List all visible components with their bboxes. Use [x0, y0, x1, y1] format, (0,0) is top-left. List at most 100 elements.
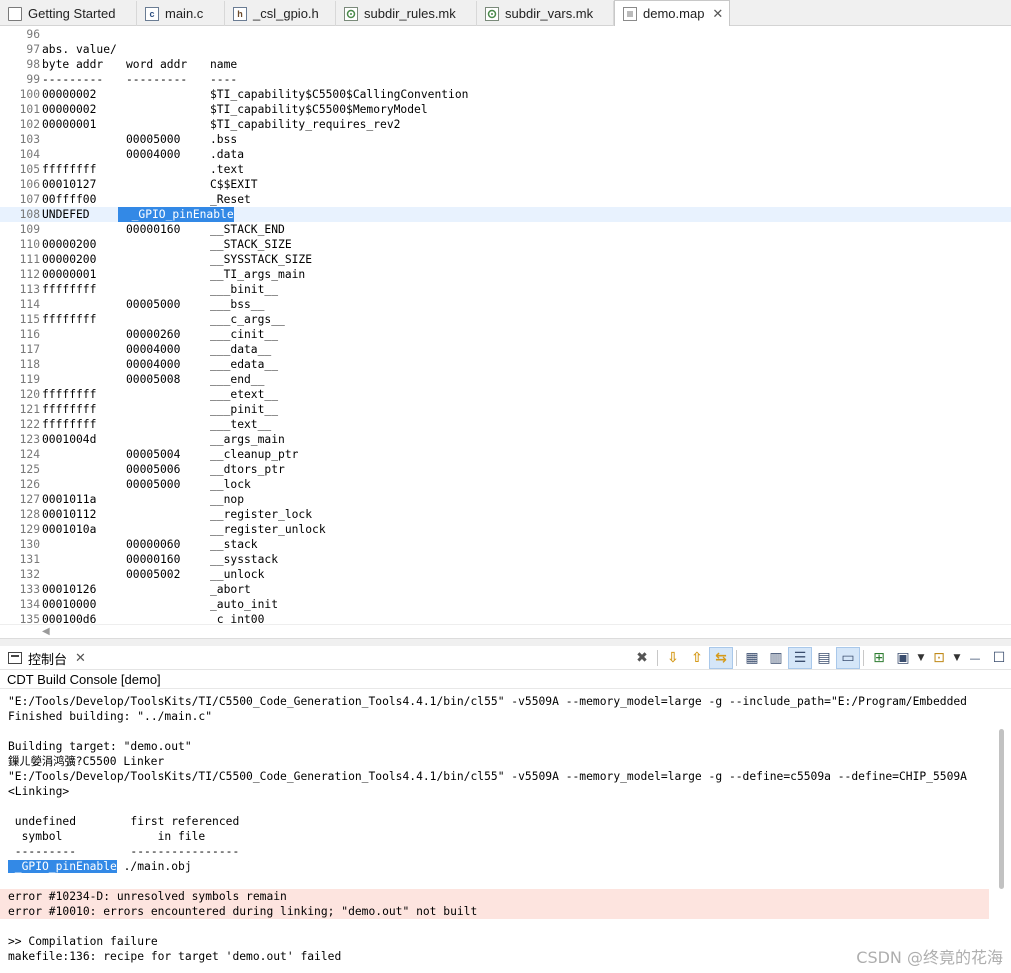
editor-line[interactable]: 101 00000002 $TI_capability$C5500$MemoryMo…	[0, 102, 1011, 117]
symbol-name: ___data__	[210, 343, 272, 356]
editor-line[interactable]: 110 00000200 __STACK_SIZE	[0, 237, 1011, 252]
editor-line[interactable]: 123 0001004d __args_main	[0, 432, 1011, 447]
symbol-name: ___etext__	[210, 388, 279, 401]
chevron-down-icon[interactable]: ▼	[951, 647, 963, 669]
scroll-left-icon[interactable]: ◀	[42, 625, 50, 639]
word-address: 00005000	[126, 478, 181, 491]
editor-line[interactable]: 118 00004000 ___edata__	[0, 357, 1011, 372]
tab-main-c[interactable]: c main.c	[137, 1, 225, 26]
tab-csl-gpio-h[interactable]: h _csl_gpio.h	[225, 1, 336, 26]
console-vertical-scrollbar[interactable]	[996, 689, 1011, 973]
line-number: 102	[19, 118, 40, 131]
editor-line[interactable]: 112 00000001 __TI_args_main	[0, 267, 1011, 282]
editor-line[interactable]: 119 00005008 ___end__	[0, 372, 1011, 387]
editor-line[interactable]: 104 00004000 .data	[0, 147, 1011, 162]
editor-line[interactable]: 130 00000060 __stack	[0, 537, 1011, 552]
editor-line[interactable]: 126 00005000 __lock	[0, 477, 1011, 492]
line-number: 99	[26, 73, 40, 86]
line-number: 117	[19, 343, 40, 356]
editor-line[interactable]: 114 00005000 ___bss__	[0, 297, 1011, 312]
byte-address: 0001004d	[42, 433, 97, 446]
previous-error-icon[interactable]: ⇧	[685, 647, 709, 669]
editor-line[interactable]: 99 --------- --------- ----	[0, 72, 1011, 87]
byte-address: 0001010a	[42, 523, 97, 536]
editor-line[interactable]: 108 UNDEFED _GPIO_pinEnable	[0, 207, 1011, 222]
editor-horizontal-scrollbar[interactable]: ◀	[0, 624, 1011, 638]
tab-getting-started[interactable]: Getting Started	[0, 1, 137, 26]
tab-label: subdir_rules.mk	[364, 6, 456, 21]
map-file-editor[interactable]: 96 97 abs. value/98 byte addr word addr name 9…	[0, 26, 1011, 624]
symbol-name: _abort	[210, 583, 251, 596]
scrollbar-thumb[interactable]	[999, 729, 1004, 889]
remove-all-terminated-icon[interactable]: ✖	[630, 647, 654, 669]
editor-line[interactable]: 115 ffffffff ___c_args__	[0, 312, 1011, 327]
editor-line[interactable]: 117 00004000 ___data__	[0, 342, 1011, 357]
editor-line[interactable]: 135 000100d6 _c_int00	[0, 612, 1011, 624]
word-wrap-icon[interactable]: ☰	[788, 647, 812, 669]
page-icon	[8, 6, 22, 21]
chevron-down-icon[interactable]: ▼	[915, 647, 927, 669]
build-console-output[interactable]: "E:/Tools/Develop/ToolsKits/TI/C5500_Cod…	[0, 689, 995, 973]
maximize-icon[interactable]: ☐	[987, 647, 1011, 669]
close-tab-icon[interactable]: ✕	[712, 6, 723, 22]
editor-line[interactable]: 97 abs. value/	[0, 42, 1011, 57]
editor-line[interactable]: 125 00005006 __dtors_ptr	[0, 462, 1011, 477]
console-text: Finished building: "../main.c"	[8, 710, 213, 723]
editor-line[interactable]: 103 00005000 .bss	[0, 132, 1011, 147]
word-address: 00004000	[126, 358, 181, 371]
editor-line[interactable]: 113 ffffffff ___binit__	[0, 282, 1011, 297]
editor-line[interactable]: 120 ffffffff ___etext__	[0, 387, 1011, 402]
symbol-name: C$$EXIT	[210, 178, 258, 191]
line-number: 112	[19, 268, 40, 281]
editor-line[interactable]: 107 00ffff00 _Reset	[0, 192, 1011, 207]
console-view-title: 控制台	[28, 651, 68, 667]
symbol-name: _Reset	[210, 193, 251, 206]
next-error-icon[interactable]: ⇩	[661, 647, 685, 669]
tab-subdir-rules-mk[interactable]: subdir_rules.mk	[336, 1, 477, 26]
show-error-icon[interactable]: ⇆	[709, 647, 733, 669]
editor-line[interactable]: 127 0001011a __nop	[0, 492, 1011, 507]
line-number: 129	[19, 523, 40, 536]
editor-line[interactable]: 106 00010127 C$$EXIT	[0, 177, 1011, 192]
line-number: 119	[19, 373, 40, 386]
minimize-icon[interactable]: —	[963, 647, 987, 669]
tab-console[interactable]: 控制台 ✕	[8, 646, 86, 670]
editor-line[interactable]: 98 byte addr word addr name	[0, 57, 1011, 72]
editor-line[interactable]: 96	[0, 27, 1011, 42]
editor-line[interactable]: 124 00005004 __cleanup_ptr	[0, 447, 1011, 462]
console-icon	[8, 652, 22, 664]
editor-line[interactable]: 132 00005002 __unlock	[0, 567, 1011, 582]
console-line: Building target: "demo.out"	[0, 739, 995, 754]
editor-line[interactable]: 134 00010000 _auto_init	[0, 597, 1011, 612]
editor-line[interactable]: 105 ffffffff .text	[0, 162, 1011, 177]
tab-demo-map[interactable]: demo.map ✕	[614, 0, 730, 26]
tab-subdir-vars-mk[interactable]: subdir_vars.mk	[477, 1, 614, 26]
pin-console-icon[interactable]: ▭	[836, 647, 860, 669]
byte-address: ffffffff	[42, 388, 97, 401]
editor-line[interactable]: 121 ffffffff ___pinit__	[0, 402, 1011, 417]
new-console-icon[interactable]: ⊡	[927, 647, 951, 669]
editor-line[interactable]: 116 00000260 ___cinit__	[0, 327, 1011, 342]
scroll-lock-icon[interactable]: ▥	[764, 647, 788, 669]
line-number: 103	[19, 133, 40, 146]
view-separator[interactable]	[0, 638, 1011, 646]
clear-console-icon[interactable]: ▤	[812, 647, 836, 669]
editor-line[interactable]: 111 00000200 __SYSSTACK_SIZE	[0, 252, 1011, 267]
symbol-name: ___end__	[210, 373, 265, 386]
copy-build-log-icon[interactable]: ▦	[740, 647, 764, 669]
display-selected-console-icon[interactable]: ▣	[891, 647, 915, 669]
editor-line[interactable]: 128 00010112 __register_lock	[0, 507, 1011, 522]
open-console-icon[interactable]: ⊞	[867, 647, 891, 669]
editor-line[interactable]: 109 00000160 __STACK_END	[0, 222, 1011, 237]
byte-address: 00000200	[42, 253, 97, 266]
editor-line[interactable]: 122 ffffffff ___text__	[0, 417, 1011, 432]
editor-line[interactable]: 131 00000160 __sysstack	[0, 552, 1011, 567]
editor-line[interactable]: 133 00010126 _abort	[0, 582, 1011, 597]
line-number: 115	[19, 313, 40, 326]
symbol-name: ___c_args__	[210, 313, 285, 326]
editor-line[interactable]: 129 0001010a __register_unlock	[0, 522, 1011, 537]
editor-line[interactable]: 102 00000001 $TI_capability_requires_rev2	[0, 117, 1011, 132]
line-number: 125	[19, 463, 40, 476]
editor-line[interactable]: 100 00000002 $TI_capability$C5500$CallingC…	[0, 87, 1011, 102]
close-console-icon[interactable]: ✕	[75, 650, 86, 666]
